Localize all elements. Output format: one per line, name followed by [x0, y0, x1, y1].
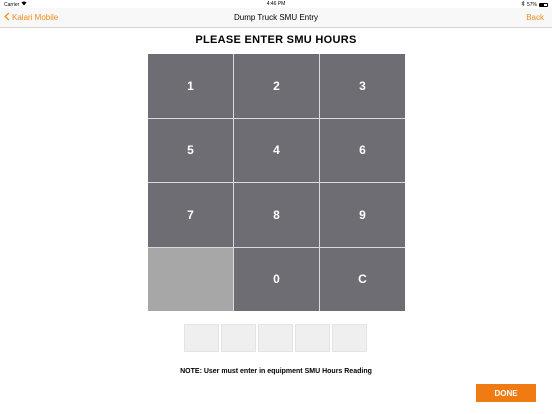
battery-fill	[540, 3, 544, 6]
key-4[interactable]: 4	[234, 118, 319, 182]
numeric-keypad: 1 2 3 5 4 6 7 8 9 0 C	[148, 54, 405, 311]
battery-icon	[539, 2, 548, 7]
key-5[interactable]: 5	[148, 118, 233, 182]
key-2[interactable]: 2	[234, 54, 319, 118]
instruction-note: NOTE: User must enter in equipment SMU H…	[180, 368, 372, 375]
navigation-bar: Kalari Mobile Dump Truck SMU Entry Back	[0, 8, 552, 28]
key-3[interactable]: 3	[320, 54, 405, 118]
key-clear[interactable]: C	[320, 247, 405, 311]
digit-box-2[interactable]	[221, 324, 256, 352]
status-bar: Carrier 4:46 PM 57%	[0, 0, 552, 8]
status-time: 4:46 PM	[266, 1, 286, 7]
digit-box-1[interactable]	[184, 324, 219, 352]
key-7[interactable]: 7	[148, 183, 233, 247]
key-6[interactable]: 6	[320, 118, 405, 182]
done-button[interactable]: DONE	[476, 384, 536, 402]
key-0[interactable]: 0	[234, 247, 319, 311]
status-right: 57%	[521, 0, 548, 8]
key-1[interactable]: 1	[148, 54, 233, 118]
bluetooth-icon	[521, 0, 525, 8]
smu-digit-entry	[184, 324, 367, 352]
key-blank	[148, 247, 233, 311]
nav-right-back-button[interactable]: Back	[526, 8, 544, 27]
nav-title: Dump Truck SMU Entry	[233, 13, 318, 22]
key-8[interactable]: 8	[234, 183, 319, 247]
digit-box-3[interactable]	[258, 324, 293, 352]
page-heading: PLEASE ENTER SMU HOURS	[195, 34, 357, 46]
digit-box-4[interactable]	[295, 324, 330, 352]
smu-entry-screen: Carrier 4:46 PM 57% Kalari Mobile Dump T…	[0, 0, 552, 414]
battery-percent: 57%	[526, 1, 537, 8]
key-9[interactable]: 9	[320, 183, 405, 247]
digit-box-5[interactable]	[332, 324, 367, 352]
